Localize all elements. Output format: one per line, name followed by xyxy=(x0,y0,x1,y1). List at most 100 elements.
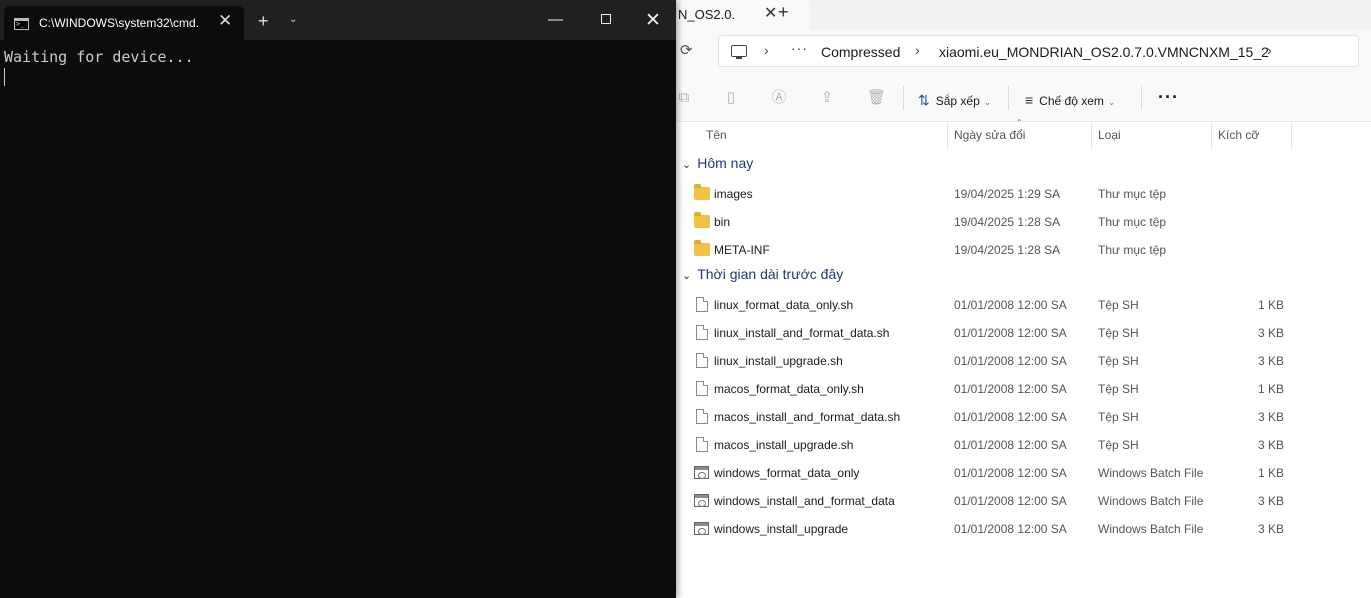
column-divider[interactable] xyxy=(947,123,948,149)
delete-icon[interactable]: 🗑 xyxy=(867,90,886,106)
chevron-right-icon[interactable]: › xyxy=(764,42,769,58)
file-size: 3 KB xyxy=(1257,410,1284,424)
column-size[interactable]: Kích cỡ xyxy=(1218,128,1259,142)
chevron-down-icon: ⌄ xyxy=(983,97,992,107)
close-icon[interactable]: ✕ xyxy=(764,3,777,23)
file-size: 3 KB xyxy=(1257,522,1284,536)
breadcrumb-item[interactable]: xiaomi.eu_MONDRIAN_OS2.0.7.0.VMNCNXM_15_… xyxy=(939,44,1269,60)
file-type: Tệp SH xyxy=(1098,382,1139,396)
group-label: Thời gian dài trước đây xyxy=(697,266,844,282)
more-options-icon[interactable]: ··· xyxy=(1158,87,1179,108)
file-name: linux_install_upgrade.sh xyxy=(714,354,843,368)
file-name: linux_install_and_format_data.sh xyxy=(714,326,890,340)
column-divider[interactable] xyxy=(1291,123,1292,149)
file-row[interactable]: linux_format_data_only.sh 01/01/2008 12:0… xyxy=(676,291,1371,319)
close-icon[interactable]: ✕ xyxy=(218,11,232,31)
close-icon[interactable]: ✕ xyxy=(645,9,661,32)
view-button[interactable]: ≡ Chế độ xem ⌄ xyxy=(1025,92,1115,108)
view-label: Chế độ xem xyxy=(1039,94,1104,108)
file-date: 01/01/2008 12:00 SA xyxy=(954,410,1067,424)
file-row[interactable]: macos_install_upgrade.sh 01/01/2008 12:00… xyxy=(676,431,1371,459)
column-date[interactable]: Ngày sửa đổi xyxy=(954,128,1025,142)
chevron-down-icon[interactable]: ⌄ xyxy=(682,159,691,171)
column-divider[interactable] xyxy=(1091,123,1092,149)
file-date: 01/01/2008 12:00 SA xyxy=(954,298,1067,312)
file-size: 3 KB xyxy=(1257,438,1284,452)
group-header[interactable]: ⌄ Hôm nay xyxy=(682,155,753,177)
file-type: Tệp SH xyxy=(1098,326,1139,340)
file-date: 01/01/2008 12:00 SA xyxy=(954,522,1067,536)
terminal-tab[interactable]: C:\WINDOWS\system32\cmd. ✕ xyxy=(4,6,244,40)
file-row[interactable]: windows_install_upgrade 01/01/2008 12:00 … xyxy=(676,515,1371,543)
file-name: images xyxy=(714,187,753,201)
group-header[interactable]: ⌄ Thời gian dài trước đây xyxy=(682,266,843,288)
maximize-icon[interactable] xyxy=(601,14,611,24)
file-row[interactable]: windows_install_and_format_data 01/01/200… xyxy=(676,487,1371,515)
file-size: 3 KB xyxy=(1257,494,1284,508)
toolbar-divider xyxy=(1141,86,1142,110)
file-type: Tệp SH xyxy=(1098,354,1139,368)
file-size: 1 KB xyxy=(1257,382,1284,396)
file-type: Thư mục tệp xyxy=(1098,187,1167,201)
computer-icon[interactable] xyxy=(731,45,747,59)
terminal-output[interactable]: Waiting for device... xyxy=(4,48,194,66)
chevron-down-icon[interactable]: ⌄ xyxy=(289,14,297,25)
breadcrumb-item[interactable]: Compressed xyxy=(821,44,900,60)
rename-icon[interactable]: Ⓐ xyxy=(771,90,787,106)
file-date: 01/01/2008 12:00 SA xyxy=(954,494,1067,508)
chevron-right-icon[interactable]: › xyxy=(915,42,920,58)
file-name: macos_install_and_format_data.sh xyxy=(714,410,901,424)
file-date: 01/01/2008 12:00 SA xyxy=(954,382,1067,396)
breadcrumb-more[interactable]: ··· xyxy=(791,40,808,56)
file-type: Thư mục tệp xyxy=(1098,215,1167,229)
chevron-down-icon: ⌄ xyxy=(1107,97,1116,107)
file-size: 3 KB xyxy=(1257,326,1284,340)
file-name: windows_format_data_only xyxy=(714,466,860,480)
file-row[interactable]: windows_format_data_only 01/01/2008 12:00… xyxy=(676,459,1371,487)
file-type: Thư mục tệp xyxy=(1098,243,1167,257)
file-row[interactable]: macos_install_and_format_data.sh 01/01/20… xyxy=(676,403,1371,431)
text-cursor xyxy=(4,68,5,86)
toolbar-divider xyxy=(903,86,904,110)
chevron-right-icon[interactable]: › xyxy=(1267,42,1272,58)
file-date: 19/04/2025 1:29 SA xyxy=(954,187,1061,201)
file-size: 3 KB xyxy=(1257,354,1284,368)
file-name: windows_install_upgrade xyxy=(714,522,849,536)
column-name[interactable]: Tên xyxy=(706,128,727,142)
sort-label: Sắp xếp xyxy=(935,94,980,108)
column-type[interactable]: Loại xyxy=(1098,128,1121,142)
address-bar[interactable]: › ··· Compressed › xiaomi.eu_MONDRIAN_OS… xyxy=(718,35,1359,67)
file-date: 01/01/2008 12:00 SA xyxy=(954,354,1067,368)
file-type: Tệp SH xyxy=(1098,438,1139,452)
plus-icon[interactable]: + xyxy=(258,12,269,30)
toolbar-divider xyxy=(1008,86,1009,110)
file-date: 19/04/2025 1:28 SA xyxy=(954,243,1061,257)
file-name: bin xyxy=(714,215,731,229)
file-row[interactable]: META-INF 19/04/2025 1:28 SA Thư mục tệp xyxy=(676,236,1371,264)
file-row[interactable]: linux_install_upgrade.sh 01/01/2008 12:00… xyxy=(676,347,1371,375)
view-icon: ≡ xyxy=(1025,92,1034,108)
file-row[interactable]: linux_install_and_format_data.sh 01/01/20… xyxy=(676,319,1371,347)
column-divider[interactable] xyxy=(1211,123,1212,149)
file-type: Windows Batch File xyxy=(1098,466,1204,480)
file-row[interactable]: images 19/04/2025 1:29 SA Thư mục tệp xyxy=(676,180,1371,208)
new-icon[interactable]: ⧉ xyxy=(676,90,692,106)
group-label: Hôm nay xyxy=(697,155,754,171)
paste-icon[interactable]: ▯ xyxy=(723,90,739,106)
file-date: 19/04/2025 1:28 SA xyxy=(954,215,1061,229)
sort-button[interactable]: ⇅ Sắp xếp ⌄ xyxy=(918,92,991,109)
chevron-down-icon[interactable]: ⌄ xyxy=(682,270,691,282)
file-type: Tệp SH xyxy=(1098,298,1139,312)
file-name: windows_install_and_format_data xyxy=(714,494,895,508)
file-row[interactable]: bin 19/04/2025 1:28 SA Thư mục tệp xyxy=(676,208,1371,236)
minimize-icon[interactable]: — xyxy=(548,11,563,28)
cmd-icon xyxy=(14,18,29,30)
column-header: ⌃ Tên Ngày sửa đổi Loại Kích cỡ xyxy=(676,118,1371,149)
file-size: 1 KB xyxy=(1257,466,1284,480)
plus-icon[interactable]: + xyxy=(778,2,789,23)
share-icon[interactable]: ⇪ xyxy=(819,90,835,106)
file-date: 01/01/2008 12:00 SA xyxy=(954,326,1067,340)
file-row[interactable]: macos_format_data_only.sh 01/01/2008 12:0… xyxy=(676,375,1371,403)
refresh-icon[interactable]: ⟳ xyxy=(680,41,693,59)
file-date: 01/01/2008 12:00 SA xyxy=(954,438,1067,452)
